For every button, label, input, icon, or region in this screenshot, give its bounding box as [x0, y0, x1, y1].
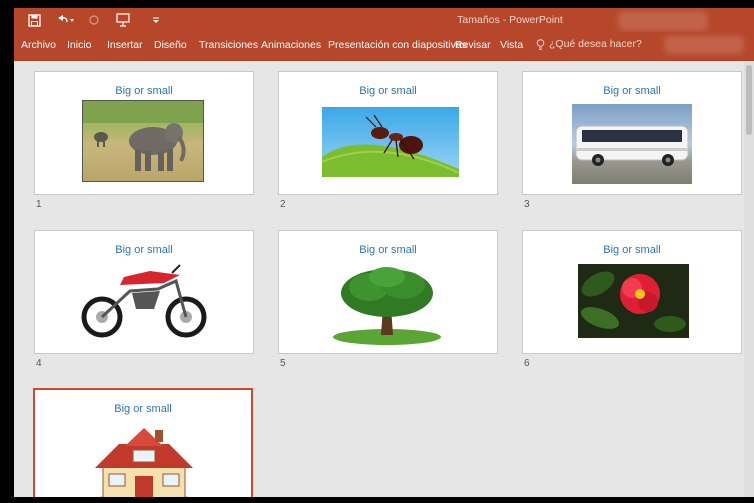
bus-image [572, 104, 692, 184]
slide-title: Big or small [359, 244, 417, 256]
tab-animaciones[interactable]: Animaciones [261, 39, 321, 51]
slide-title: Big or small [359, 85, 417, 97]
slide-thumbnail-7[interactable]: Big or small [33, 388, 253, 497]
save-icon[interactable] [26, 12, 42, 28]
undo-icon[interactable] [52, 12, 76, 28]
slide-thumbnail-2[interactable]: Big or small [278, 71, 498, 195]
slide-number: 6 [524, 358, 530, 369]
title-bar: Tamaños - PowerPoint [14, 8, 754, 32]
tab-archivo[interactable]: Archivo [21, 39, 56, 51]
motorcycle-image [80, 261, 210, 343]
slide-title: Big or small [115, 85, 173, 97]
slide-title: Big or small [115, 244, 173, 256]
slide-thumbnail-4[interactable]: Big or small [34, 230, 254, 354]
tab-diseno[interactable]: Diseño [154, 39, 187, 51]
house-image [89, 422, 199, 497]
flower-image [578, 264, 689, 338]
tab-transiciones[interactable]: Transiciones [199, 39, 258, 51]
slide-title: Big or small [603, 85, 661, 97]
elephant-image [82, 100, 204, 182]
slide-thumbnail-3[interactable]: Big or small [522, 71, 742, 195]
lightbulb-icon [536, 38, 545, 50]
tell-me-placeholder: ¿Qué desea hacer? [549, 38, 642, 50]
tab-revisar[interactable]: Revisar [455, 39, 491, 51]
slide-title: Big or small [114, 403, 172, 415]
tab-inicio[interactable]: Inicio [67, 39, 92, 51]
powerpoint-window: Tamaños - PowerPoint Archivo Inicio Inse… [14, 8, 754, 497]
share-area [664, 36, 744, 54]
tab-insertar[interactable]: Insertar [107, 39, 143, 51]
slide-number: 3 [524, 199, 530, 210]
tab-presentacion[interactable]: Presentación con diapositivas [328, 39, 467, 51]
vertical-scrollbar[interactable] [744, 61, 754, 497]
window-title: Tamaños - PowerPoint [457, 14, 563, 26]
tab-vista[interactable]: Vista [500, 39, 523, 51]
slide-number: 4 [36, 358, 42, 369]
scrollbar-thumb[interactable] [746, 65, 752, 135]
slide-number: 2 [280, 199, 286, 210]
slide-number: 1 [36, 199, 42, 210]
customize-toolbar-icon[interactable] [150, 12, 162, 28]
redo-icon[interactable] [86, 12, 102, 28]
slide-number: 5 [280, 358, 286, 369]
slide-thumbnail-6[interactable]: Big or small [522, 230, 742, 354]
slide-thumbnail-5[interactable]: Big or small [278, 230, 498, 354]
ant-image [322, 107, 459, 177]
tell-me-box[interactable]: ¿Qué desea hacer? [536, 38, 642, 50]
present-from-start-icon[interactable] [114, 12, 132, 28]
account-area [618, 11, 708, 31]
slide-title: Big or small [603, 244, 661, 256]
ribbon-tab-bar: Archivo Inicio Insertar Diseño Transicio… [14, 32, 754, 61]
slide-thumbnail-1[interactable]: Big or small [34, 71, 254, 195]
tree-image [331, 263, 443, 345]
slide-sorter: Big or small 1 Big or small 2 Big or sma… [14, 61, 744, 497]
